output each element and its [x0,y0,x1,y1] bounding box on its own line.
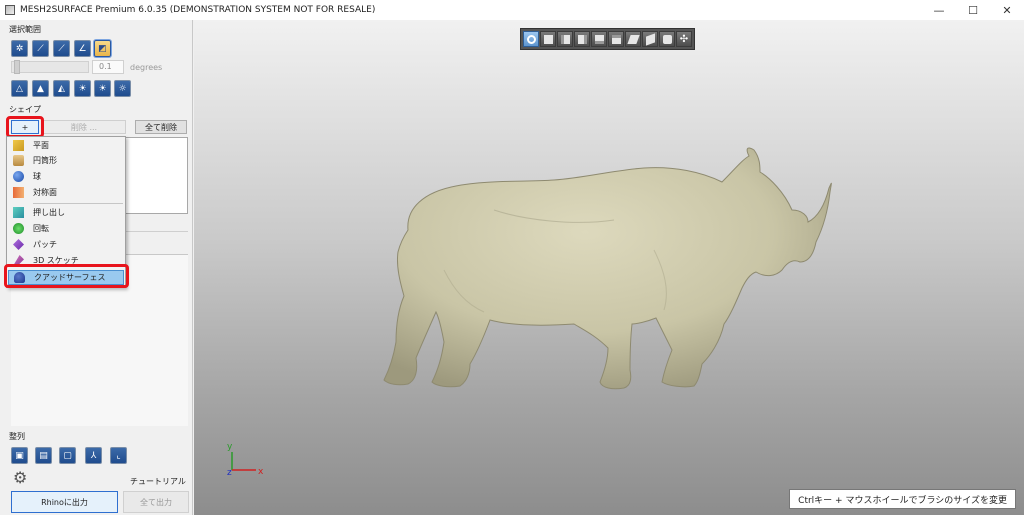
bulb-shrink-icon: ☀ [98,83,107,94]
align-screen-button[interactable]: ▤ [35,447,52,464]
selection-section-label: 選択範囲 [9,25,41,34]
brush-select-icon: ⟋ [37,43,44,54]
angle-slider-thumb[interactable] [14,60,20,74]
bulb-grow-icon: ☀ [78,83,87,94]
align-corner-icon: ⌞ [116,450,121,461]
region-select-icon: ◩ [98,43,107,54]
shape-section-label: シェイプ [9,105,41,114]
status-hint: Ctrlキー + マウスホイールでブラシのサイズを変更 [789,489,1016,509]
menu-item-label: 球 [33,172,41,181]
align-view-button[interactable]: ▣ [11,447,28,464]
delete-shape-button[interactable]: 削除 ... [42,120,126,134]
select-angle-button[interactable]: ∠ [74,40,91,57]
lasso-select-icon: ⟋ [58,43,65,54]
select-region-button[interactable]: ◩ [94,40,111,57]
patch-icon [13,239,24,250]
select-brush-button[interactable]: ⟋ [32,40,49,57]
bulb-shrink-button[interactable]: ☀ [94,80,111,97]
menu-item-label: 平面 [33,141,49,150]
add-button-highlight [6,116,44,138]
angle-input[interactable]: 0.1 [92,60,124,74]
menu-item-extrude[interactable]: 押し出し [8,205,124,220]
menu-separator [33,203,123,204]
align-corner-button[interactable]: ⌞ [110,447,127,464]
select-lasso-button[interactable]: ⟋ [53,40,70,57]
bulb-grow-button[interactable]: ☀ [74,80,91,97]
minimize-button[interactable]: — [922,0,956,20]
left-panel: 選択範囲 ✲ ⟋ ⟋ ∠ ◩ 0.1 degrees △ ▲ ◭ ☀ ☀ ☼ シ… [0,20,193,515]
triangle-fill-icon: ▲ [37,83,44,94]
mesh-tool-icon: ◭ [58,83,65,94]
axis-triad-icon [231,452,256,471]
maximize-button[interactable]: ☐ [956,0,990,20]
align-screen-icon: ▤ [39,450,48,461]
symmetry-plane-icon [13,187,24,198]
menu-item-patch[interactable]: パッチ [8,237,124,252]
select-connected-button[interactable]: ✲ [11,40,28,57]
mesh-tool-button[interactable]: ◭ [53,80,70,97]
app-icon [5,5,15,15]
menu-item-label: 押し出し [33,208,65,217]
close-button[interactable]: ✕ [990,0,1024,20]
angle-unit-label: degrees [130,63,163,72]
triangle-fill-button[interactable]: ▲ [32,80,49,97]
quad-surface-highlight [4,264,129,288]
menu-item-symmetry[interactable]: 対称面 [8,185,124,200]
3d-viewport[interactable]: ✣ y z x Ctrlキー + マウスホイールでブラシのサイズを変更 [194,20,1024,515]
menu-item-plane[interactable]: 平面 [8,138,124,153]
export-to-rhino-button[interactable]: Rhinoに出力 [11,491,118,513]
window-title: MESH2SURFACE Premium 6.0.35 (DEMONSTRATI… [20,5,376,15]
menu-item-sphere[interactable]: 球 [8,169,124,184]
bulb-clear-icon: ☼ [118,83,127,94]
plane-icon [13,140,24,151]
delete-all-shapes-button[interactable]: 全て削除 [135,120,187,134]
angle-slider[interactable] [11,61,89,73]
rhino-mesh-model[interactable] [194,20,1024,515]
title-bar: MESH2SURFACE Premium 6.0.35 (DEMONSTRATI… [0,0,1024,20]
bulb-clear-button[interactable]: ☼ [114,80,131,97]
align-view-icon: ▣ [15,450,24,461]
tutorial-link[interactable]: チュートリアル [130,476,186,487]
angle-select-icon: ∠ [78,43,87,54]
menu-item-label: 回転 [33,224,49,233]
menu-item-revolve[interactable]: 回転 [8,221,124,236]
align-axes-button[interactable]: ⅄ [85,447,102,464]
sphere-icon [13,171,24,182]
menu-item-label: 対称面 [33,188,57,197]
settings-gear-icon[interactable]: ⚙ [13,469,31,487]
menu-item-label: 円筒形 [33,156,57,165]
menu-item-cylinder[interactable]: 円筒形 [8,153,124,168]
menu-item-label: パッチ [33,240,57,249]
window-controls: — ☐ ✕ [922,0,1024,20]
revolve-icon [13,223,24,234]
align-axes-icon: ⅄ [90,450,97,461]
cog-select-icon: ✲ [15,43,24,54]
export-all-button[interactable]: 全て出力 [123,491,189,513]
triangle-outline-icon: △ [16,83,23,94]
triangle-outline-button[interactable]: △ [11,80,28,97]
align-frame-button[interactable]: ▢ [59,447,76,464]
align-section-label: 整列 [9,432,25,441]
cylinder-icon [13,155,24,166]
align-frame-icon: ▢ [63,450,72,461]
extrude-icon [13,207,24,218]
